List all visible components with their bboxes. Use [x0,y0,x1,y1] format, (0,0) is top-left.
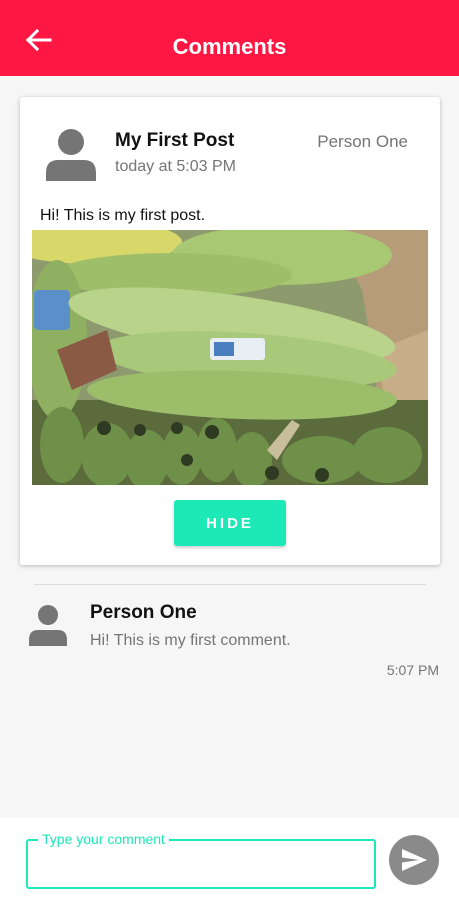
post-title: My First Post [115,130,235,151]
comment-input-label: Type your comment [38,831,169,847]
post-author: Person One [317,132,408,151]
send-button[interactable] [389,835,439,885]
post-text: Hi! This is my first post. [40,207,206,224]
post-image [32,230,428,485]
person-icon [46,129,96,181]
comment-timestamp: 5:07 PM [386,662,439,678]
app-bar: Comments [0,0,459,76]
comment-input-box[interactable]: Type your comment [26,831,376,889]
page-title: Comments [172,34,287,59]
bananas-image [32,230,428,485]
comment-composer: Type your comment [0,818,459,900]
hide-button[interactable]: HIDE [174,500,286,546]
divider [34,584,426,585]
person-icon [29,605,67,646]
post-card: My First Post today at 5:03 PM Person On… [20,97,440,565]
comment-input[interactable] [36,851,366,879]
comment-author: Person One [90,602,197,623]
post-timestamp: today at 5:03 PM [115,158,236,175]
comment-text: Hi! This is my first comment. [90,632,291,649]
send-icon [402,849,427,871]
